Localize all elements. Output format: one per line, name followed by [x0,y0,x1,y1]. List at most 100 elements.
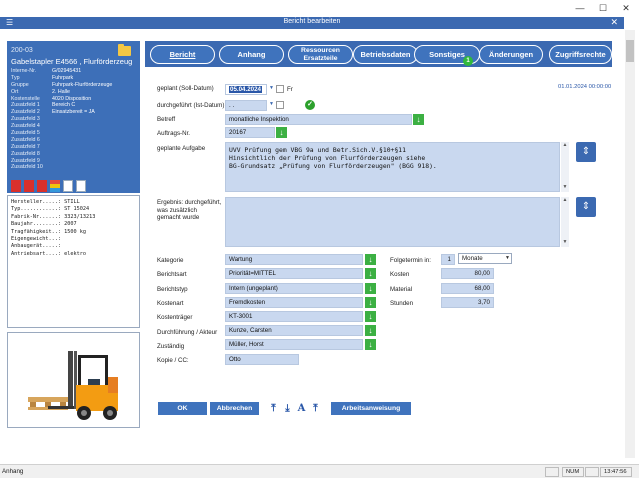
material-field[interactable]: 68,00 [441,283,494,294]
asset-info-key: Zusatzfeld 9 [11,157,40,164]
zustaendig-label: Zuständig [157,343,185,350]
aufgabe-textarea[interactable]: UVV Prüfung gem VBG 9a und Betr.Sich.V.§… [225,142,560,192]
folgetermin-label: Folgetermin in: [390,257,431,264]
asset-picture [7,332,140,428]
export-icon[interactable]: ⤒ [309,402,322,415]
notification-badge: 1 [463,56,473,66]
status-cell-empty [545,467,559,477]
date-spinner[interactable] [276,85,284,93]
window-scrollbar[interactable] [625,30,635,458]
status-time: 13:47:56 [600,467,632,477]
pdf-document-icon[interactable] [23,180,34,192]
durchfuehrung-dropdown-icon[interactable]: ↓ [365,325,376,336]
berichtsart-field[interactable]: Priorität=MITTEL [225,268,363,279]
betreff-field[interactable]: monatliche Inspektion [225,114,412,125]
kategorie-field[interactable]: Wartung [225,254,363,265]
asset-notes: Hersteller.....: STILL Typ............: S… [7,195,140,328]
durchgefuehrt-date-field[interactable]: . . [225,100,267,111]
asset-info-row: Zusatzfeld 10 [11,164,137,171]
auftrag-label: Auftrags-Nr. [157,130,191,137]
zustaendig-dropdown-icon[interactable]: ↓ [365,339,376,350]
tab-zugriffsrechte[interactable]: Zugriffsrechte [549,45,612,64]
asset-info-key: Zusatzfeld 8 [11,150,40,157]
dialog-menu-icon[interactable]: ☰ [6,18,13,27]
tab-bericht[interactable]: Bericht [150,45,215,64]
date-spinner[interactable] [276,101,284,109]
expand-ergebnis-button[interactable]: ⇕ [576,197,596,217]
asset-info-row: Zusatzfeld 4 [11,123,137,130]
ok-button[interactable]: OK [158,402,207,415]
tab-bar: Bericht Anhang Ressourcen Ersatzteile Be… [145,41,612,67]
berichtstyp-dropdown-icon[interactable]: ↓ [365,283,376,294]
image-document-icon[interactable] [49,180,60,192]
geplant-label: geplant (Soll-Datum) [157,85,214,92]
durchfuehrung-field[interactable]: Kunze, Carsten [225,325,363,336]
aufgabe-scrollbar[interactable]: ▲ ▼ [561,142,569,192]
auftrag-field[interactable]: 20167 [225,127,275,138]
asset-info-row: Zusatzfeld 1 Bereich C [11,102,137,109]
minimize-button[interactable]: — [570,2,590,15]
asset-info-key: Typ [11,74,20,81]
kostentraeger-dropdown-icon[interactable]: ↓ [365,311,376,322]
durchfuehrung-label: Durchführung / Akteur [157,329,218,336]
kostentraeger-field[interactable]: KT-3001 [225,311,363,322]
tab-ressourcen[interactable]: Ressourcen Ersatzteile [288,45,353,64]
calendar-dropdown-icon[interactable]: ▼ [269,101,274,107]
tab-aenderungen[interactable]: Änderungen [479,45,543,64]
asset-info-row: Zusatzfeld 9 [11,158,137,165]
asset-info-key: Zusatzfeld 5 [11,130,40,137]
maximize-button[interactable]: ☐ [593,2,613,15]
folgetermin-unit-select[interactable]: Monate ▼ [458,253,512,264]
calendar-dropdown-icon[interactable]: ▼ [269,85,274,91]
asset-name: Gabelstapler E4566 , Flurförderzeug [11,57,133,66]
ergebnis-textarea[interactable] [225,197,560,247]
text-document-icon[interactable] [62,180,73,192]
berichtsart-dropdown-icon[interactable]: ↓ [365,268,376,279]
asset-info-row: Zusatzfeld 3 [11,116,137,123]
asset-info-key: Gruppe [11,81,29,88]
folgetermin-field[interactable]: 1 [441,254,455,265]
kategorie-dropdown-icon[interactable]: ↓ [365,254,376,265]
asset-info-row: Zusatzfeld 5 [11,130,137,137]
abbrechen-button[interactable]: Abbrechen [210,402,259,415]
asset-info-row: Zusatzfeld 2 Einsatzbereit = JA [11,109,137,116]
tab-betriebsdaten[interactable]: Betriebsdaten [353,45,418,64]
download-icon[interactable]: ⤓ [281,402,294,415]
betreff-dropdown-icon[interactable]: ↓ [413,114,424,125]
ergebnis-scrollbar[interactable]: ▲ ▼ [561,197,569,247]
text-document-icon[interactable] [75,180,86,192]
stunden-field[interactable]: 3,70 [441,297,494,308]
asset-info-value: Fuhrpark-Flurförderzeuge [52,81,113,88]
check-icon[interactable]: ✓ [305,100,315,110]
expand-aufgabe-button[interactable]: ⇕ [576,142,596,162]
kostenart-field[interactable]: Fremdkosten [225,297,363,308]
asset-info-value: Fuhrpark [52,74,74,81]
kategorie-label: Kategorie [157,257,184,264]
asset-info-row: Typ Fuhrpark [11,75,137,82]
auftrag-dropdown-icon[interactable]: ↓ [276,127,287,138]
kopie-field[interactable]: Otto [225,354,299,365]
asset-info-key: Ort [11,88,19,95]
pdf-document-icon[interactable] [36,180,47,192]
font-icon[interactable]: A [295,402,308,415]
betreff-label: Betreff [157,116,176,123]
upload-icon[interactable]: ⤒ [267,402,280,415]
kosten-field[interactable]: 80,00 [441,268,494,279]
kostenart-dropdown-icon[interactable]: ↓ [365,297,376,308]
pdf-document-icon[interactable] [11,180,21,192]
aufgabe-label: geplante Aufgabe [157,145,206,152]
scrollbar-thumb[interactable] [626,40,634,62]
berichtstyp-field[interactable]: Intern (ungeplant) [225,283,363,294]
asset-info-key: Zusatzfeld 10 [11,164,43,171]
asset-header: 200-03 Gabelstapler E4566 , Flurförderze… [7,41,140,193]
asset-info-key: Zusatzfeld 6 [11,136,40,143]
arbeitsanweisung-button[interactable]: Arbeitsanweisung [331,402,411,415]
geplant-date-field[interactable]: 05.04.2024 [225,84,267,95]
asset-info-value: G/02945431 [52,68,82,74]
folder-icon[interactable] [118,44,131,56]
tab-anhang[interactable]: Anhang [219,45,284,64]
asset-info-row: Kostenstelle 4020 Disposition [11,96,137,103]
zustaendig-field[interactable]: Müller, Horst [225,339,363,350]
dialog-close-button[interactable]: ✕ [610,17,618,28]
window-close-button[interactable]: ✕ [616,2,636,15]
